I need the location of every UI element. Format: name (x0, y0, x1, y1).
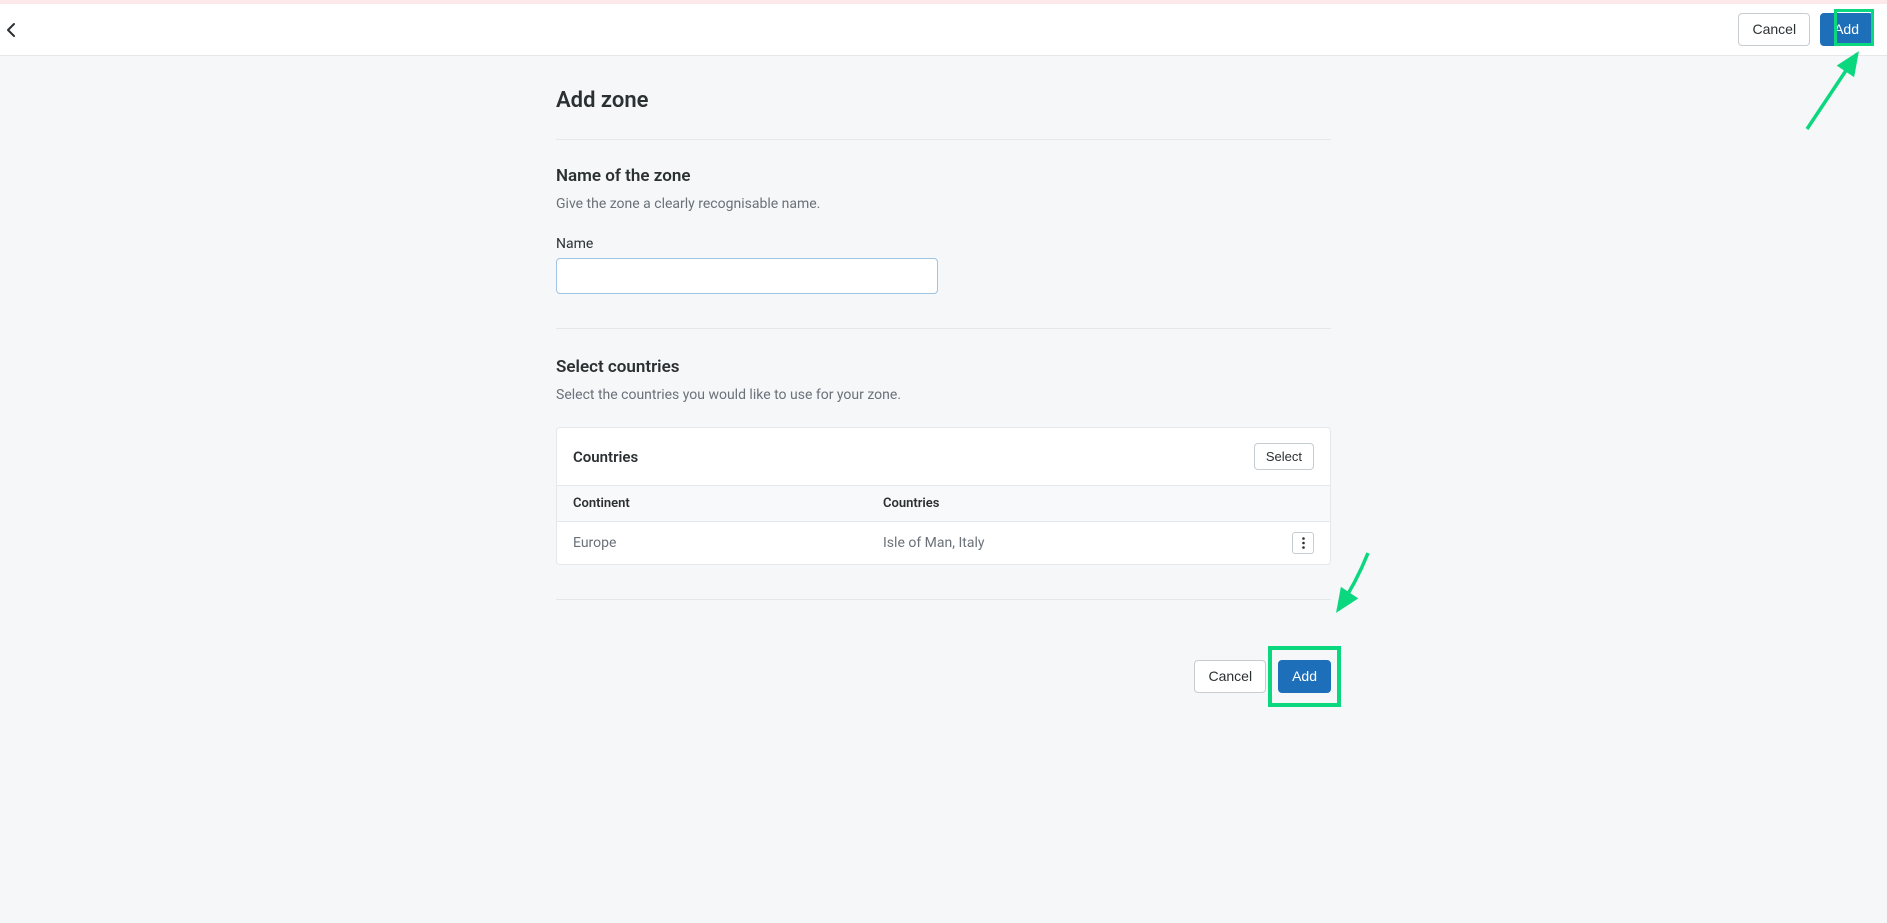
header-actions: Cancel Add (1738, 13, 1873, 46)
add-button-footer[interactable]: Add (1278, 660, 1331, 693)
countries-section: Select countries Select the countries yo… (556, 357, 1331, 600)
countries-card-title: Countries (573, 448, 638, 466)
kebab-icon (1302, 537, 1305, 549)
countries-card-header: Countries Select (557, 428, 1330, 485)
cell-countries: Isle of Man, Italy (883, 535, 1284, 551)
cell-continent: Europe (573, 535, 883, 551)
name-section-title: Name of the zone (556, 166, 1331, 186)
countries-section-description: Select the countries you would like to u… (556, 387, 1331, 403)
annotation-arrow-top (1799, 44, 1869, 134)
table-row: Europe Isle of Man, Italy (557, 522, 1330, 564)
footer-actions: Cancel Add (556, 628, 1331, 693)
cancel-button-footer[interactable]: Cancel (1194, 660, 1266, 693)
name-field-label: Name (556, 236, 1331, 252)
page-title: Add zone (556, 88, 1331, 140)
row-actions-button[interactable] (1292, 532, 1314, 554)
countries-table-header: Continent Countries (557, 485, 1330, 522)
column-continent: Continent (573, 496, 883, 511)
cancel-button-header[interactable]: Cancel (1738, 13, 1810, 46)
column-action (1284, 496, 1314, 511)
name-input[interactable] (556, 258, 938, 294)
main-content: Add zone Name of the zone Give the zone … (556, 56, 1331, 737)
countries-card: Countries Select Continent Countries Eur… (556, 427, 1331, 565)
name-section-description: Give the zone a clearly recognisable nam… (556, 196, 1331, 212)
page-header: Cancel Add (0, 4, 1887, 56)
chevron-left-icon (6, 22, 16, 38)
annotation-arrow-bottom (1326, 548, 1376, 623)
select-countries-button[interactable]: Select (1254, 443, 1314, 470)
name-section: Name of the zone Give the zone a clearly… (556, 166, 1331, 329)
countries-section-title: Select countries (556, 357, 1331, 377)
back-button[interactable] (0, 19, 22, 41)
column-countries: Countries (883, 496, 1284, 511)
add-button-header[interactable]: Add (1820, 13, 1873, 46)
